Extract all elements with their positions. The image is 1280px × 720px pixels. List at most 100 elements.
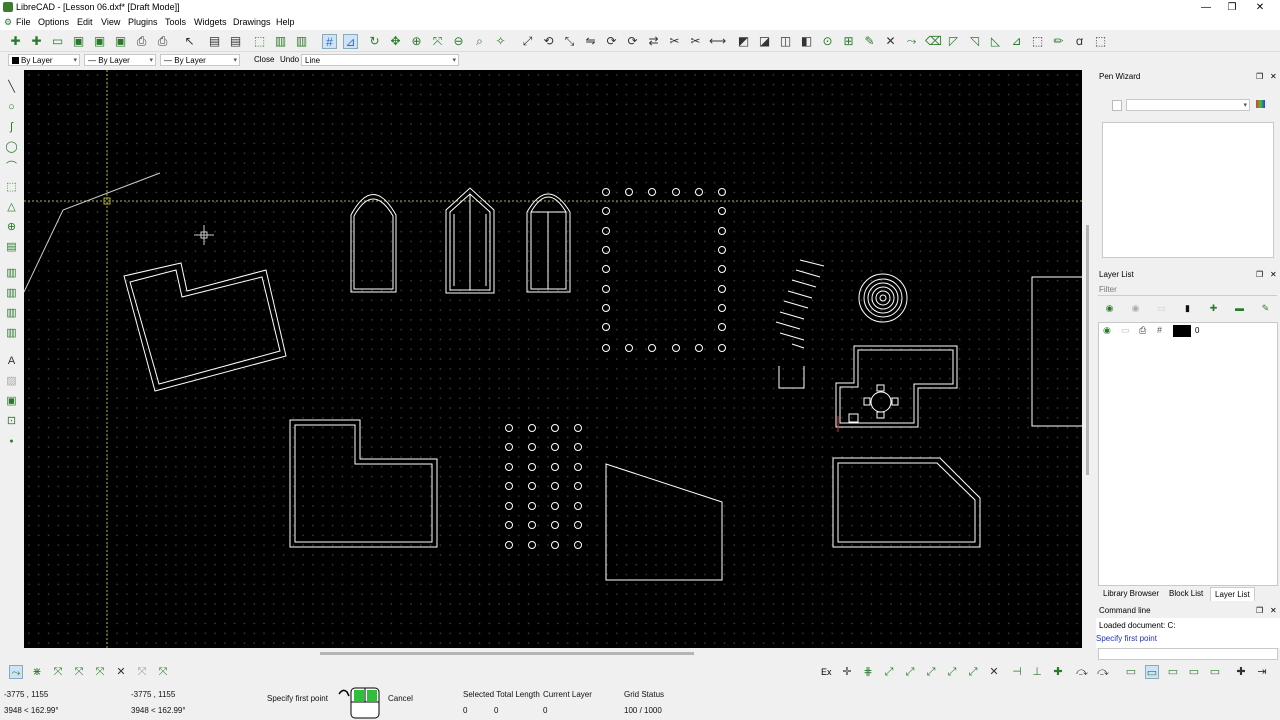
zoom-window-icon[interactable]: ⌕: [472, 34, 487, 49]
more-widgets-icon[interactable]: ⇥: [1255, 665, 1269, 679]
cut-icon[interactable]: ▤: [207, 34, 222, 49]
menu-file[interactable]: File: [16, 17, 31, 27]
command-select[interactable]: Line ▾: [301, 54, 459, 66]
close-icon[interactable]: ✕: [1270, 604, 1277, 617]
relative-zero-icon[interactable]: ⤼: [1075, 665, 1089, 679]
mirror-icon[interactable]: ⇋: [583, 34, 598, 49]
grid-snap-icon[interactable]: ⋕: [861, 665, 875, 679]
rotate-two-icon[interactable]: ⟳: [625, 34, 640, 49]
close-icon[interactable]: ✕: [1270, 70, 1277, 83]
polyline-tool-icon[interactable]: ⌒: [4, 160, 19, 175]
layer-color-swatch[interactable]: [1173, 325, 1191, 337]
menu-widgets[interactable]: Widgets: [194, 17, 227, 27]
exclusive-snap-label[interactable]: Ex: [821, 667, 832, 677]
move-icon[interactable]: ⤢: [520, 34, 535, 49]
view-icon-1[interactable]: ▭: [1124, 665, 1138, 679]
modify-tool-icon[interactable]: ⊕: [4, 220, 19, 235]
float-icon[interactable]: ❐: [1256, 604, 1263, 617]
minimize-button[interactable]: —: [1196, 1, 1216, 14]
open-file-icon[interactable]: ▭: [50, 34, 65, 49]
draft-mode-icon[interactable]: ⊿: [343, 34, 358, 49]
line-tool-icon[interactable]: ╲: [4, 80, 19, 95]
redraw-icon[interactable]: ↻: [367, 34, 382, 49]
menu-drawings[interactable]: Drawings: [233, 17, 271, 27]
copy-icon[interactable]: ▤: [228, 34, 243, 49]
zoom-pan-icon[interactable]: ✥: [388, 34, 403, 49]
palette-color-icon[interactable]: [1256, 100, 1265, 108]
menu-edit[interactable]: Edit: [77, 17, 93, 27]
zoom-previous-icon[interactable]: ⊖: [451, 34, 466, 49]
layer-row[interactable]: ◉ ▭ ⎙ # 0: [1099, 325, 1277, 337]
view-icon-5[interactable]: ▭: [1208, 665, 1222, 679]
snap-middle-icon[interactable]: ✕: [114, 665, 128, 679]
select-tool-icon[interactable]: ⬚: [4, 180, 19, 195]
point-tool-icon[interactable]: ⊡: [4, 414, 19, 429]
tab-layer-list[interactable]: Layer List: [1210, 587, 1255, 601]
snap-intersection-2-icon[interactable]: ✕: [987, 665, 1001, 679]
new-file-icon[interactable]: ✚: [8, 34, 23, 49]
ellipse-tool-icon[interactable]: ◯: [4, 140, 19, 155]
circle-tool-icon[interactable]: ○: [4, 100, 19, 115]
insert-tool-icon[interactable]: ▥: [4, 326, 19, 341]
drawing-canvas[interactable]: [24, 70, 1082, 648]
snap-distance-icon[interactable]: ⤧: [135, 665, 149, 679]
dot-tool-icon[interactable]: ●: [4, 434, 19, 449]
layer-tool-icon[interactable]: ▥: [294, 34, 309, 49]
paste-icon[interactable]: ▥: [273, 34, 288, 49]
pen-icon[interactable]: ✏: [1051, 34, 1066, 49]
explode-icon[interactable]: ✕: [883, 34, 898, 49]
trim-two-icon[interactable]: ✂: [688, 34, 703, 49]
image-tool-icon[interactable]: ▨: [4, 374, 19, 389]
view-icon-2[interactable]: ▭: [1145, 665, 1159, 679]
close-command-button[interactable]: Close: [254, 55, 274, 64]
pen-list-area[interactable]: [1102, 122, 1274, 258]
layer-tool-icon[interactable]: ▥: [4, 306, 19, 321]
measure-icon[interactable]: ⬚: [1030, 34, 1045, 49]
info-angle-icon[interactable]: ◺: [988, 34, 1003, 49]
float-icon[interactable]: ❐: [1256, 70, 1263, 83]
restrict-horizontal-icon[interactable]: ⊣: [1010, 665, 1024, 679]
unlock-all-icon[interactable]: ▭: [1154, 303, 1169, 315]
move-rotate-icon[interactable]: ⟳: [604, 34, 619, 49]
layer-filter-input[interactable]: [1098, 284, 1277, 296]
view-icon-4[interactable]: ▭: [1187, 665, 1201, 679]
snap-middle-2-icon[interactable]: ⤢: [945, 665, 959, 679]
restrict-orthogonal-icon[interactable]: ✚: [1051, 665, 1065, 679]
layer-print-icon[interactable]: ⎙: [1139, 325, 1146, 336]
new-from-template-icon[interactable]: ✚: [29, 34, 44, 49]
pen-palette-select[interactable]: ▾: [1126, 99, 1250, 111]
scale-icon[interactable]: ⤡: [562, 34, 577, 49]
add-widget-icon[interactable]: ✚: [1234, 665, 1248, 679]
block-tool-icon[interactable]: ▥: [4, 286, 19, 301]
undo-command-button[interactable]: Undo: [280, 55, 299, 64]
offset-icon[interactable]: ⤳: [904, 34, 919, 49]
select-all-icon[interactable]: ⬚: [1093, 34, 1108, 49]
snap-intersection-icon[interactable]: ⤧: [156, 665, 170, 679]
snap-center-2-icon[interactable]: ⤢: [924, 665, 938, 679]
menu-options[interactable]: Options: [38, 17, 69, 27]
snap-free-cross-icon[interactable]: ✛: [840, 665, 854, 679]
menu-view[interactable]: View: [101, 17, 120, 27]
menu-plugins[interactable]: Plugins: [128, 17, 158, 27]
grid-toggle-icon[interactable]: #: [322, 34, 337, 49]
snap-endpoint-icon[interactable]: ⤧: [51, 665, 65, 679]
snap-distance-2-icon[interactable]: ⤢: [966, 665, 980, 679]
info-area-icon[interactable]: ⊿: [1009, 34, 1024, 49]
save-all-icon[interactable]: ▣: [113, 34, 128, 49]
fillet-icon[interactable]: ◪: [757, 34, 772, 49]
drawing-svg[interactable]: [24, 70, 1082, 648]
info-distance-icon[interactable]: ◹: [967, 34, 982, 49]
zoom-out-icon[interactable]: ✧: [493, 34, 508, 49]
close-icon[interactable]: ✕: [1270, 268, 1277, 281]
vertical-scroll-thumb[interactable]: [1086, 225, 1089, 475]
remove-layer-icon[interactable]: ▬: [1232, 303, 1247, 315]
save-icon[interactable]: ▣: [71, 34, 86, 49]
command-input[interactable]: [1098, 648, 1278, 660]
view-icon-3[interactable]: ▭: [1166, 665, 1180, 679]
snap-on-entity-icon[interactable]: ⤧: [72, 665, 86, 679]
vertical-scrollbar[interactable]: [1084, 70, 1092, 648]
revert-direction-icon[interactable]: ⇄: [646, 34, 661, 49]
add-pen-icon[interactable]: [1112, 100, 1122, 111]
print-icon[interactable]: ⎙: [134, 34, 149, 49]
show-all-layers-icon[interactable]: ◉: [1102, 303, 1117, 315]
